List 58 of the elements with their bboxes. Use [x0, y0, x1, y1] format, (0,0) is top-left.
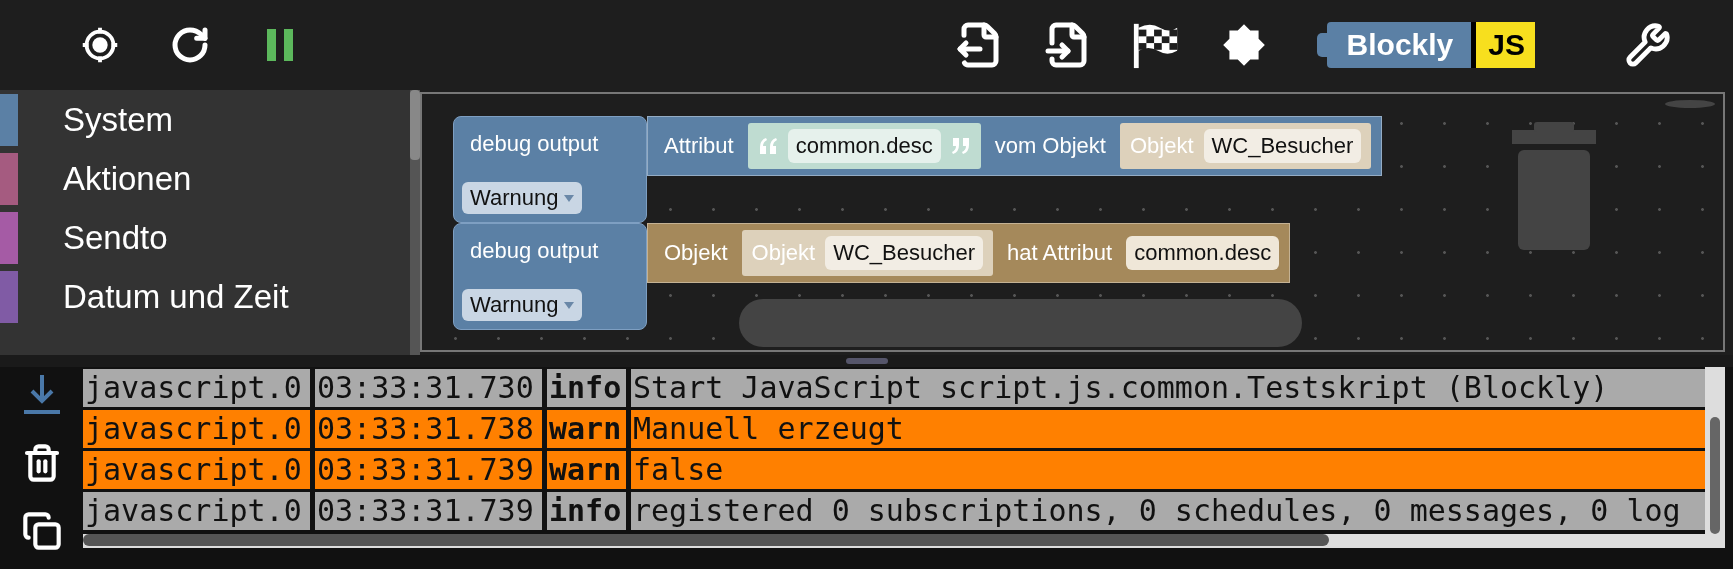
download-icon[interactable]: [23, 375, 60, 415]
block-label: debug output: [469, 131, 600, 157]
debug-output-block[interactable]: debug output Warnung: [453, 223, 647, 330]
scrollbar-thumb[interactable]: [83, 534, 1329, 546]
zoom-handle: [1665, 100, 1715, 108]
quote-icon: [757, 138, 778, 154]
caret-icon: [564, 194, 575, 202]
text-block[interactable]: common.desc: [747, 123, 981, 169]
scrollbar-thumb[interactable]: [1710, 417, 1720, 534]
category-item[interactable]: Datum und Zeit: [63, 277, 289, 316]
log-level: info: [547, 369, 626, 407]
log-level: warn: [547, 451, 626, 489]
log-time: 03:33:31.730: [315, 369, 542, 407]
category-item[interactable]: Sendto: [63, 218, 168, 257]
value-block[interactable]: Objekt Objekt WC_Besucher hat Attribut common.desc: [647, 223, 1291, 283]
logo-text: Blockly: [1326, 22, 1472, 68]
log-level: info: [547, 492, 626, 530]
log-time: 03:33:31.739: [315, 492, 542, 530]
category-item[interactable]: Aktionen: [63, 159, 192, 198]
splitter-handle[interactable]: [845, 358, 888, 364]
block-label: hat Attribut: [1007, 240, 1113, 266]
settings-icon[interactable]: [1625, 22, 1671, 68]
log-time: 03:33:31.738: [315, 410, 542, 448]
object-field[interactable]: WC_Besucher: [1203, 129, 1362, 163]
block-label: Objekt: [664, 240, 728, 266]
scrollbar-thumb[interactable]: [410, 90, 420, 160]
caret-icon: [564, 301, 575, 309]
object-block[interactable]: Objekt WC_Besucher: [741, 230, 994, 276]
refresh-icon[interactable]: [170, 25, 210, 65]
debug-output-block[interactable]: debug output Warnung: [453, 116, 647, 223]
logo-text: JS: [1471, 22, 1535, 68]
log-source: javascript.0: [83, 451, 310, 489]
level-dropdown[interactable]: Warnung: [462, 289, 583, 321]
block-label: Attribut: [664, 133, 734, 159]
category-item[interactable]: System: [63, 100, 174, 139]
object-block[interactable]: Objekt WC_Besucher: [1119, 123, 1372, 169]
value-block[interactable]: Attribut common.desc vom Objekt Objekt WC_Besucher: [647, 116, 1383, 176]
block-label: vom Objekt: [994, 133, 1106, 159]
log-message: false: [631, 451, 1705, 489]
log-message: registered 0 subscriptions, 0 schedules, 0 messages, 0 log: [631, 492, 1705, 530]
text-field[interactable]: common.desc: [787, 129, 941, 163]
scrollbar-thumb[interactable]: [739, 299, 1302, 347]
block-label: debug output: [469, 238, 600, 264]
object-field[interactable]: WC_Besucher: [825, 236, 984, 270]
log-source: javascript.0: [83, 369, 310, 407]
log-time: 03:33:31.739: [315, 451, 542, 489]
log-source: javascript.0: [83, 492, 310, 530]
level-dropdown[interactable]: Warnung: [462, 182, 583, 214]
attribute-field[interactable]: common.desc: [1126, 236, 1280, 270]
copy-icon[interactable]: [21, 511, 62, 551]
log-message: Start JavaScript script.js.common.Testskript (Blockly): [631, 369, 1705, 407]
block-label: Objekt: [1129, 133, 1194, 159]
log-level: warn: [547, 410, 626, 448]
log-message: Manuell erzeugt: [631, 410, 1705, 448]
quote-icon: [950, 138, 971, 154]
pause-icon[interactable]: [265, 28, 295, 62]
log-source: javascript.0: [83, 410, 310, 448]
block-label: Objekt: [751, 240, 816, 266]
